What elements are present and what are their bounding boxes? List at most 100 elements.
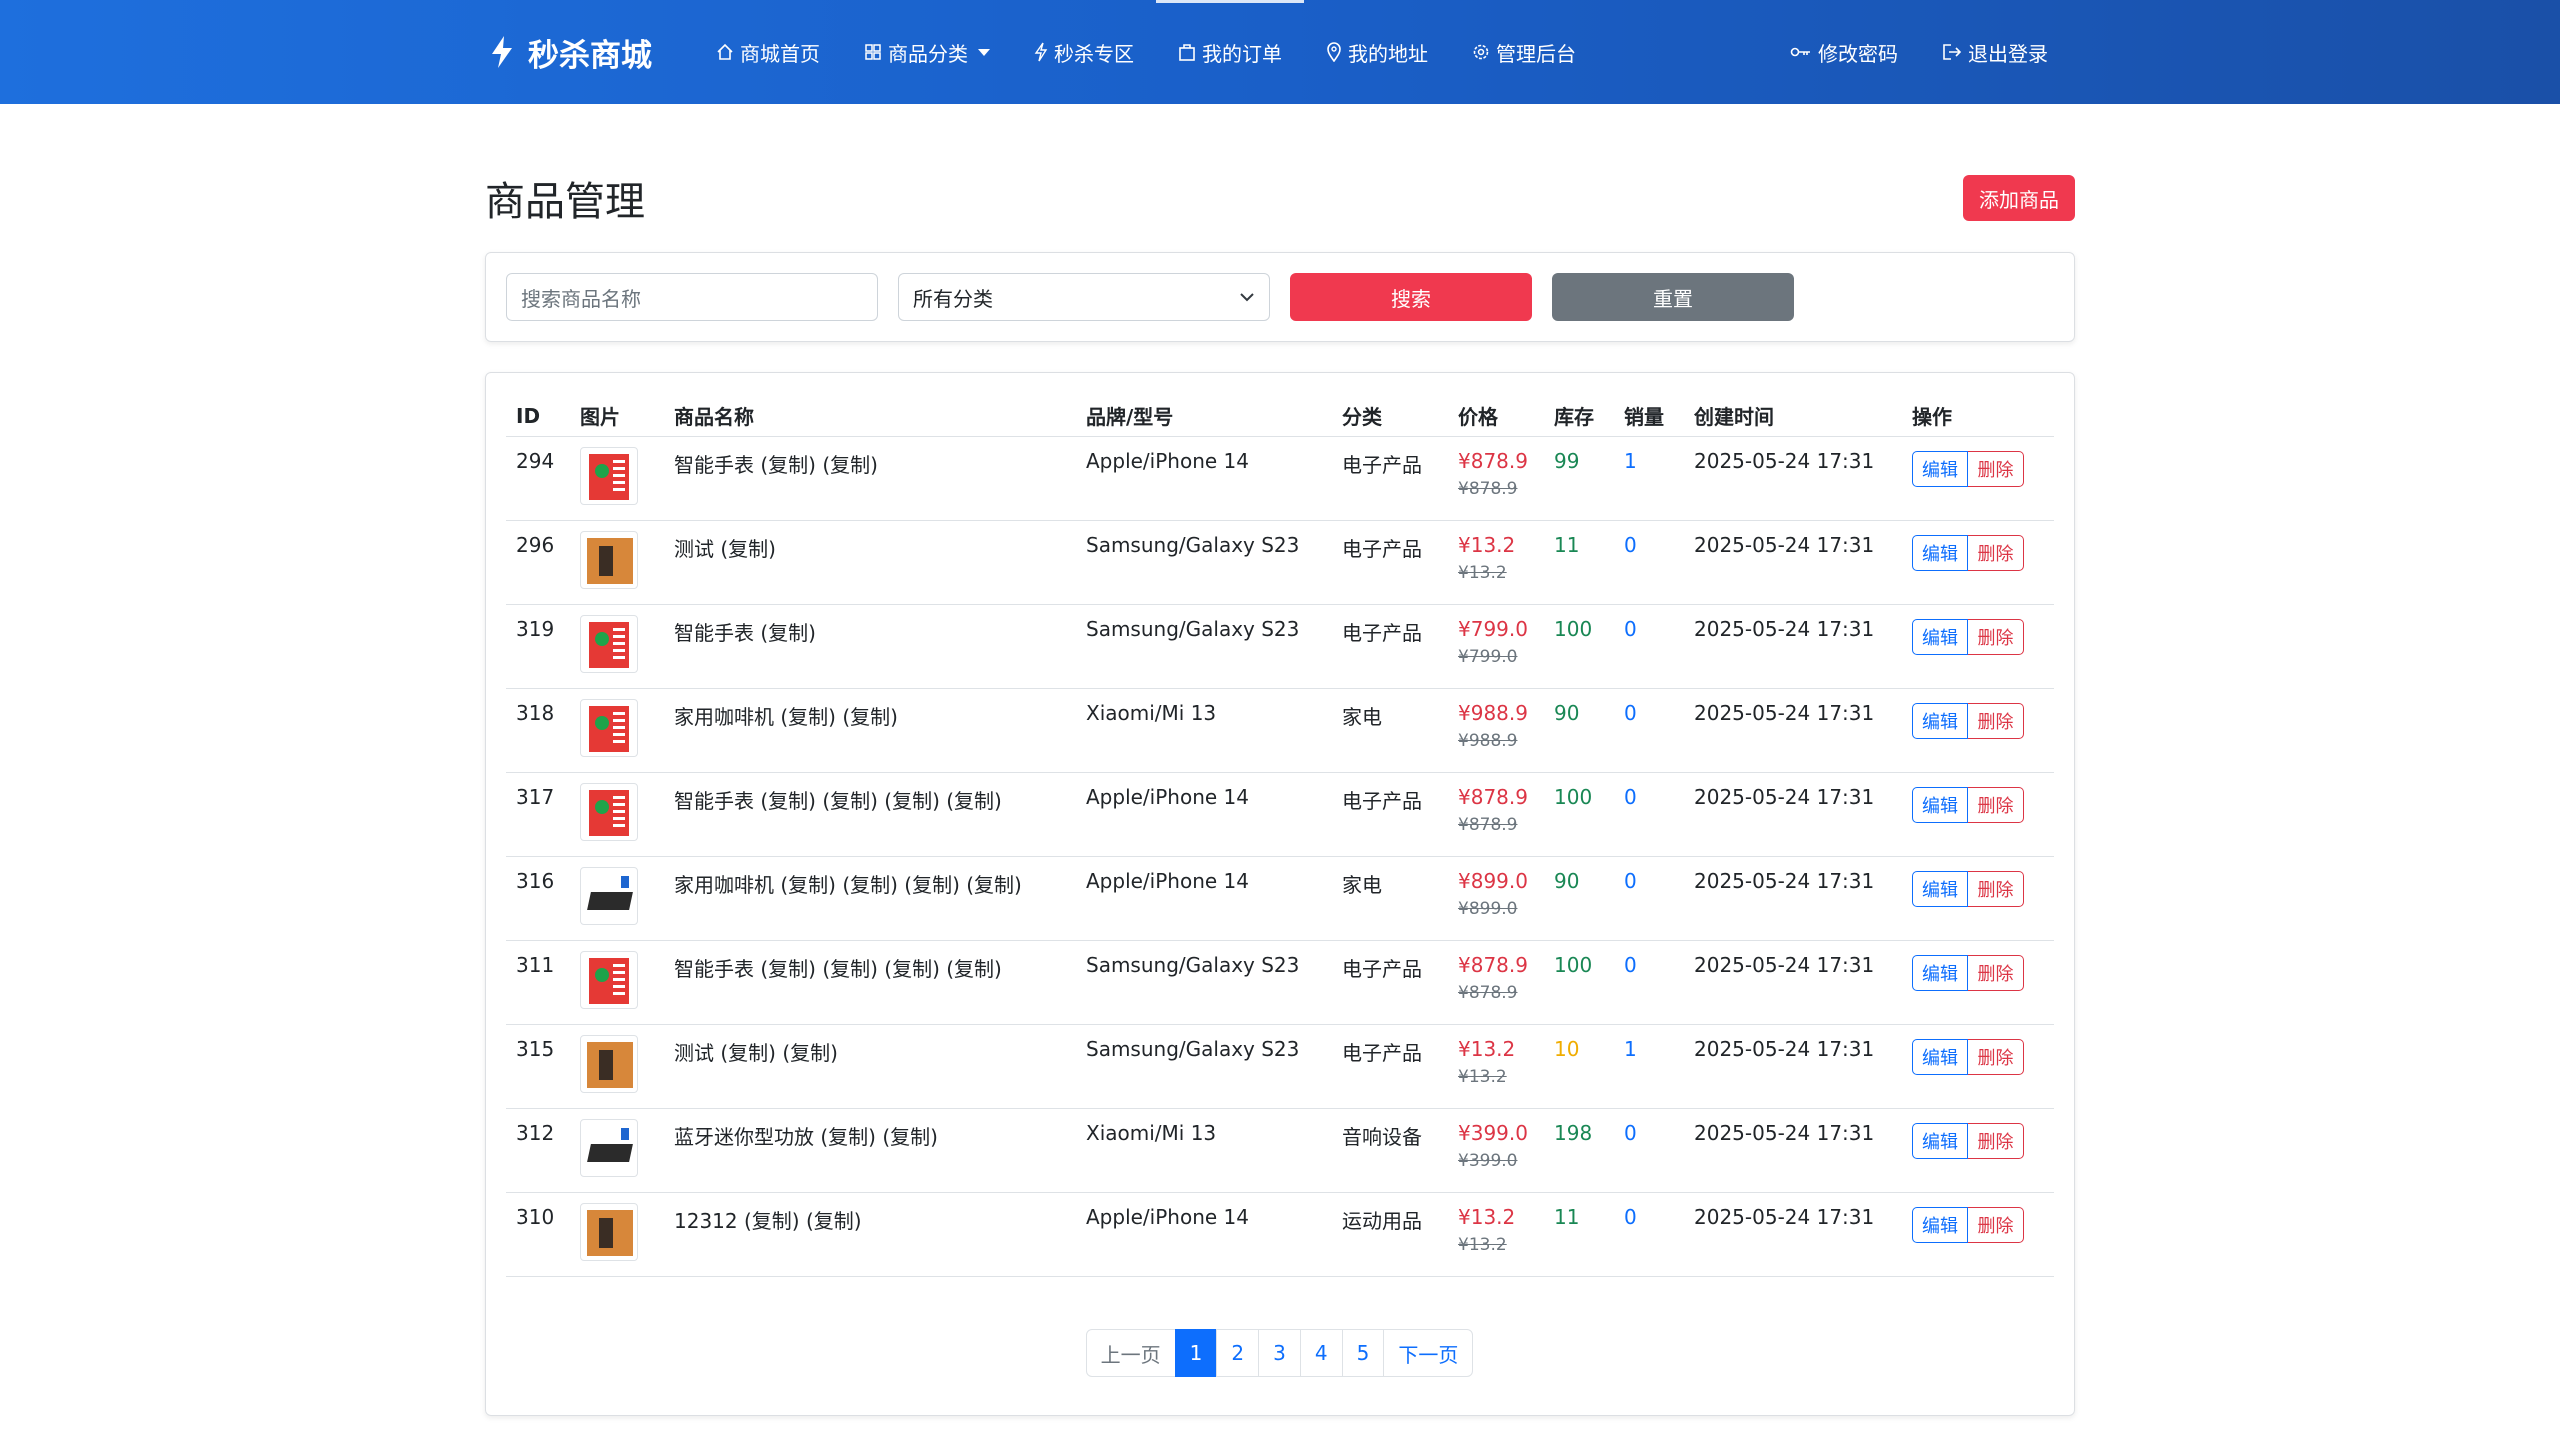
table-body: 294 智能手表 (复制) (复制) Apple/iPhone 14 电子产品 ¥878…	[506, 437, 2054, 1277]
product-price: ¥878.9	[1458, 449, 1528, 473]
add-product-button[interactable]: 添加商品	[1963, 175, 2075, 221]
reset-button[interactable]: 重置	[1552, 273, 1794, 321]
product-original-price: ¥878.9	[1458, 815, 1518, 835]
edit-button[interactable]: 编辑	[1912, 787, 1968, 823]
product-original-price: ¥878.9	[1458, 983, 1518, 1003]
brand-name: 秒杀商城	[528, 37, 652, 74]
header-id: ID	[516, 403, 541, 428]
page-1-button[interactable]: 1	[1174, 1329, 1218, 1377]
product-stock: 11	[1554, 533, 1580, 557]
product-price: ¥13.2	[1458, 1037, 1516, 1061]
product-price: ¥899.0	[1458, 869, 1528, 893]
product-sales: 0	[1624, 785, 1637, 809]
page-2-button[interactable]: 2	[1216, 1329, 1260, 1377]
prev-page-button[interactable]: 上一页	[1085, 1329, 1176, 1377]
delete-button[interactable]: 删除	[1968, 1207, 2024, 1243]
product-brand: Samsung/Galaxy S23	[1086, 533, 1300, 557]
header-category: 分类	[1342, 405, 1382, 429]
logout-link[interactable]: 退出登录	[1920, 0, 2070, 104]
edit-button[interactable]: 编辑	[1912, 1207, 1968, 1243]
product-created-time: 2025-05-24 17:31	[1694, 1037, 1875, 1061]
nav-categories-dropdown[interactable]: 商品分类	[842, 0, 1012, 104]
next-page-button[interactable]: 下一页	[1383, 1329, 1474, 1377]
product-original-price: ¥899.0	[1458, 899, 1518, 919]
product-thumbnail	[580, 1119, 638, 1177]
products-table-card: ID 图片 商品名称 品牌/型号 分类 价格 库存 销量 创建时间 操作 294…	[485, 372, 2075, 1416]
page-5-button[interactable]: 5	[1341, 1329, 1385, 1377]
header-stock: 库存	[1554, 405, 1594, 429]
edit-button[interactable]: 编辑	[1912, 955, 1968, 991]
edit-button[interactable]: 编辑	[1912, 451, 1968, 487]
product-id: 294	[516, 449, 555, 473]
logout-label: 退出登录	[1968, 41, 2048, 66]
product-thumbnail	[580, 531, 638, 589]
category-select[interactable]: 所有分类	[898, 273, 1270, 321]
product-thumbnail	[580, 699, 638, 757]
header-name: 商品名称	[674, 405, 754, 429]
delete-button[interactable]: 删除	[1968, 619, 2024, 655]
nav-flash-sale[interactable]: 秒杀专区	[1012, 0, 1156, 104]
product-brand: Samsung/Galaxy S23	[1086, 617, 1300, 641]
search-button[interactable]: 搜索	[1290, 273, 1532, 321]
table-row: 319 智能手表 (复制) Samsung/Galaxy S23 电子产品 ¥799.0…	[506, 605, 2054, 689]
product-category: 电子产品	[1342, 537, 1422, 561]
product-id: 319	[516, 617, 555, 641]
product-name: 家用咖啡机 (复制) (复制)	[674, 705, 898, 729]
header-brand: 品牌/型号	[1086, 405, 1174, 429]
nav-flash-sale-label: 秒杀专区	[1054, 41, 1134, 66]
delete-button[interactable]: 删除	[1968, 451, 2024, 487]
product-actions: 编辑 删除	[1902, 1193, 2052, 1276]
edit-button[interactable]: 编辑	[1912, 619, 1968, 655]
product-brand: Xiaomi/Mi 13	[1086, 701, 1217, 725]
header-sales: 销量	[1624, 405, 1664, 429]
delete-button[interactable]: 删除	[1968, 1039, 2024, 1075]
product-id: 315	[516, 1037, 555, 1061]
page-3-button[interactable]: 3	[1258, 1329, 1301, 1377]
edit-button[interactable]: 编辑	[1912, 703, 1968, 739]
product-price: ¥988.9	[1458, 701, 1528, 725]
product-category: 音响设备	[1342, 1125, 1422, 1149]
table-row: 317 智能手表 (复制) (复制) (复制) (复制) Apple/iPhone …	[506, 773, 2054, 857]
delete-button[interactable]: 删除	[1968, 871, 2024, 907]
product-sales: 0	[1624, 869, 1637, 893]
product-actions: 编辑 删除	[1902, 437, 2052, 520]
delete-button[interactable]: 删除	[1968, 1123, 2024, 1159]
search-card: 搜索商品名称 所有分类 搜索 重置	[485, 252, 2075, 342]
product-name: 家用咖啡机 (复制) (复制) (复制) (复制)	[674, 873, 1022, 897]
search-input[interactable]: 搜索商品名称	[506, 273, 878, 321]
page-4-button[interactable]: 4	[1299, 1329, 1343, 1377]
edit-button[interactable]: 编辑	[1912, 535, 1968, 571]
edit-button[interactable]: 编辑	[1912, 871, 1968, 907]
nav-home[interactable]: 商城首页	[694, 0, 842, 104]
product-category: 电子产品	[1342, 1041, 1422, 1065]
edit-button[interactable]: 编辑	[1912, 1039, 1968, 1075]
product-thumbnail	[580, 951, 638, 1009]
product-stock: 100	[1554, 617, 1593, 641]
product-id: 311	[516, 953, 555, 977]
delete-button[interactable]: 删除	[1968, 703, 2024, 739]
top-navbar: 秒杀商城 商城首页 商品分类 秒杀专区 我的订单 我的地址 管理后台 修改密码 …	[0, 0, 2560, 104]
product-name: 12312 (复制) (复制)	[674, 1209, 862, 1233]
delete-button[interactable]: 删除	[1968, 535, 2024, 571]
change-password-link[interactable]: 修改密码	[1768, 0, 1920, 104]
product-created-time: 2025-05-24 17:31	[1694, 617, 1875, 641]
product-name: 测试 (复制)	[674, 537, 776, 561]
nav-admin[interactable]: 管理后台	[1450, 0, 1598, 104]
product-brand: Apple/iPhone 14	[1086, 869, 1249, 893]
product-brand: Apple/iPhone 14	[1086, 785, 1249, 809]
nav-orders[interactable]: 我的订单	[1156, 0, 1304, 104]
table-row: 318 家用咖啡机 (复制) (复制) Xiaomi/Mi 13 家电 ¥988.9 ¥9…	[506, 689, 2054, 773]
product-sales: 0	[1624, 1205, 1637, 1229]
product-category: 电子产品	[1342, 789, 1422, 813]
delete-button[interactable]: 删除	[1968, 955, 2024, 991]
product-price-cell: ¥13.2 ¥13.2	[1448, 1025, 1544, 1108]
nav-address[interactable]: 我的地址	[1304, 0, 1450, 104]
header-actions: 操作	[1912, 405, 1952, 429]
edit-button[interactable]: 编辑	[1912, 1123, 1968, 1159]
product-price: ¥399.0	[1458, 1121, 1528, 1145]
delete-button[interactable]: 删除	[1968, 787, 2024, 823]
product-actions: 编辑 删除	[1902, 941, 2052, 1024]
product-sales: 1	[1624, 1037, 1637, 1061]
brand-logo[interactable]: 秒杀商城	[490, 30, 652, 75]
product-actions: 编辑 删除	[1902, 689, 2052, 772]
